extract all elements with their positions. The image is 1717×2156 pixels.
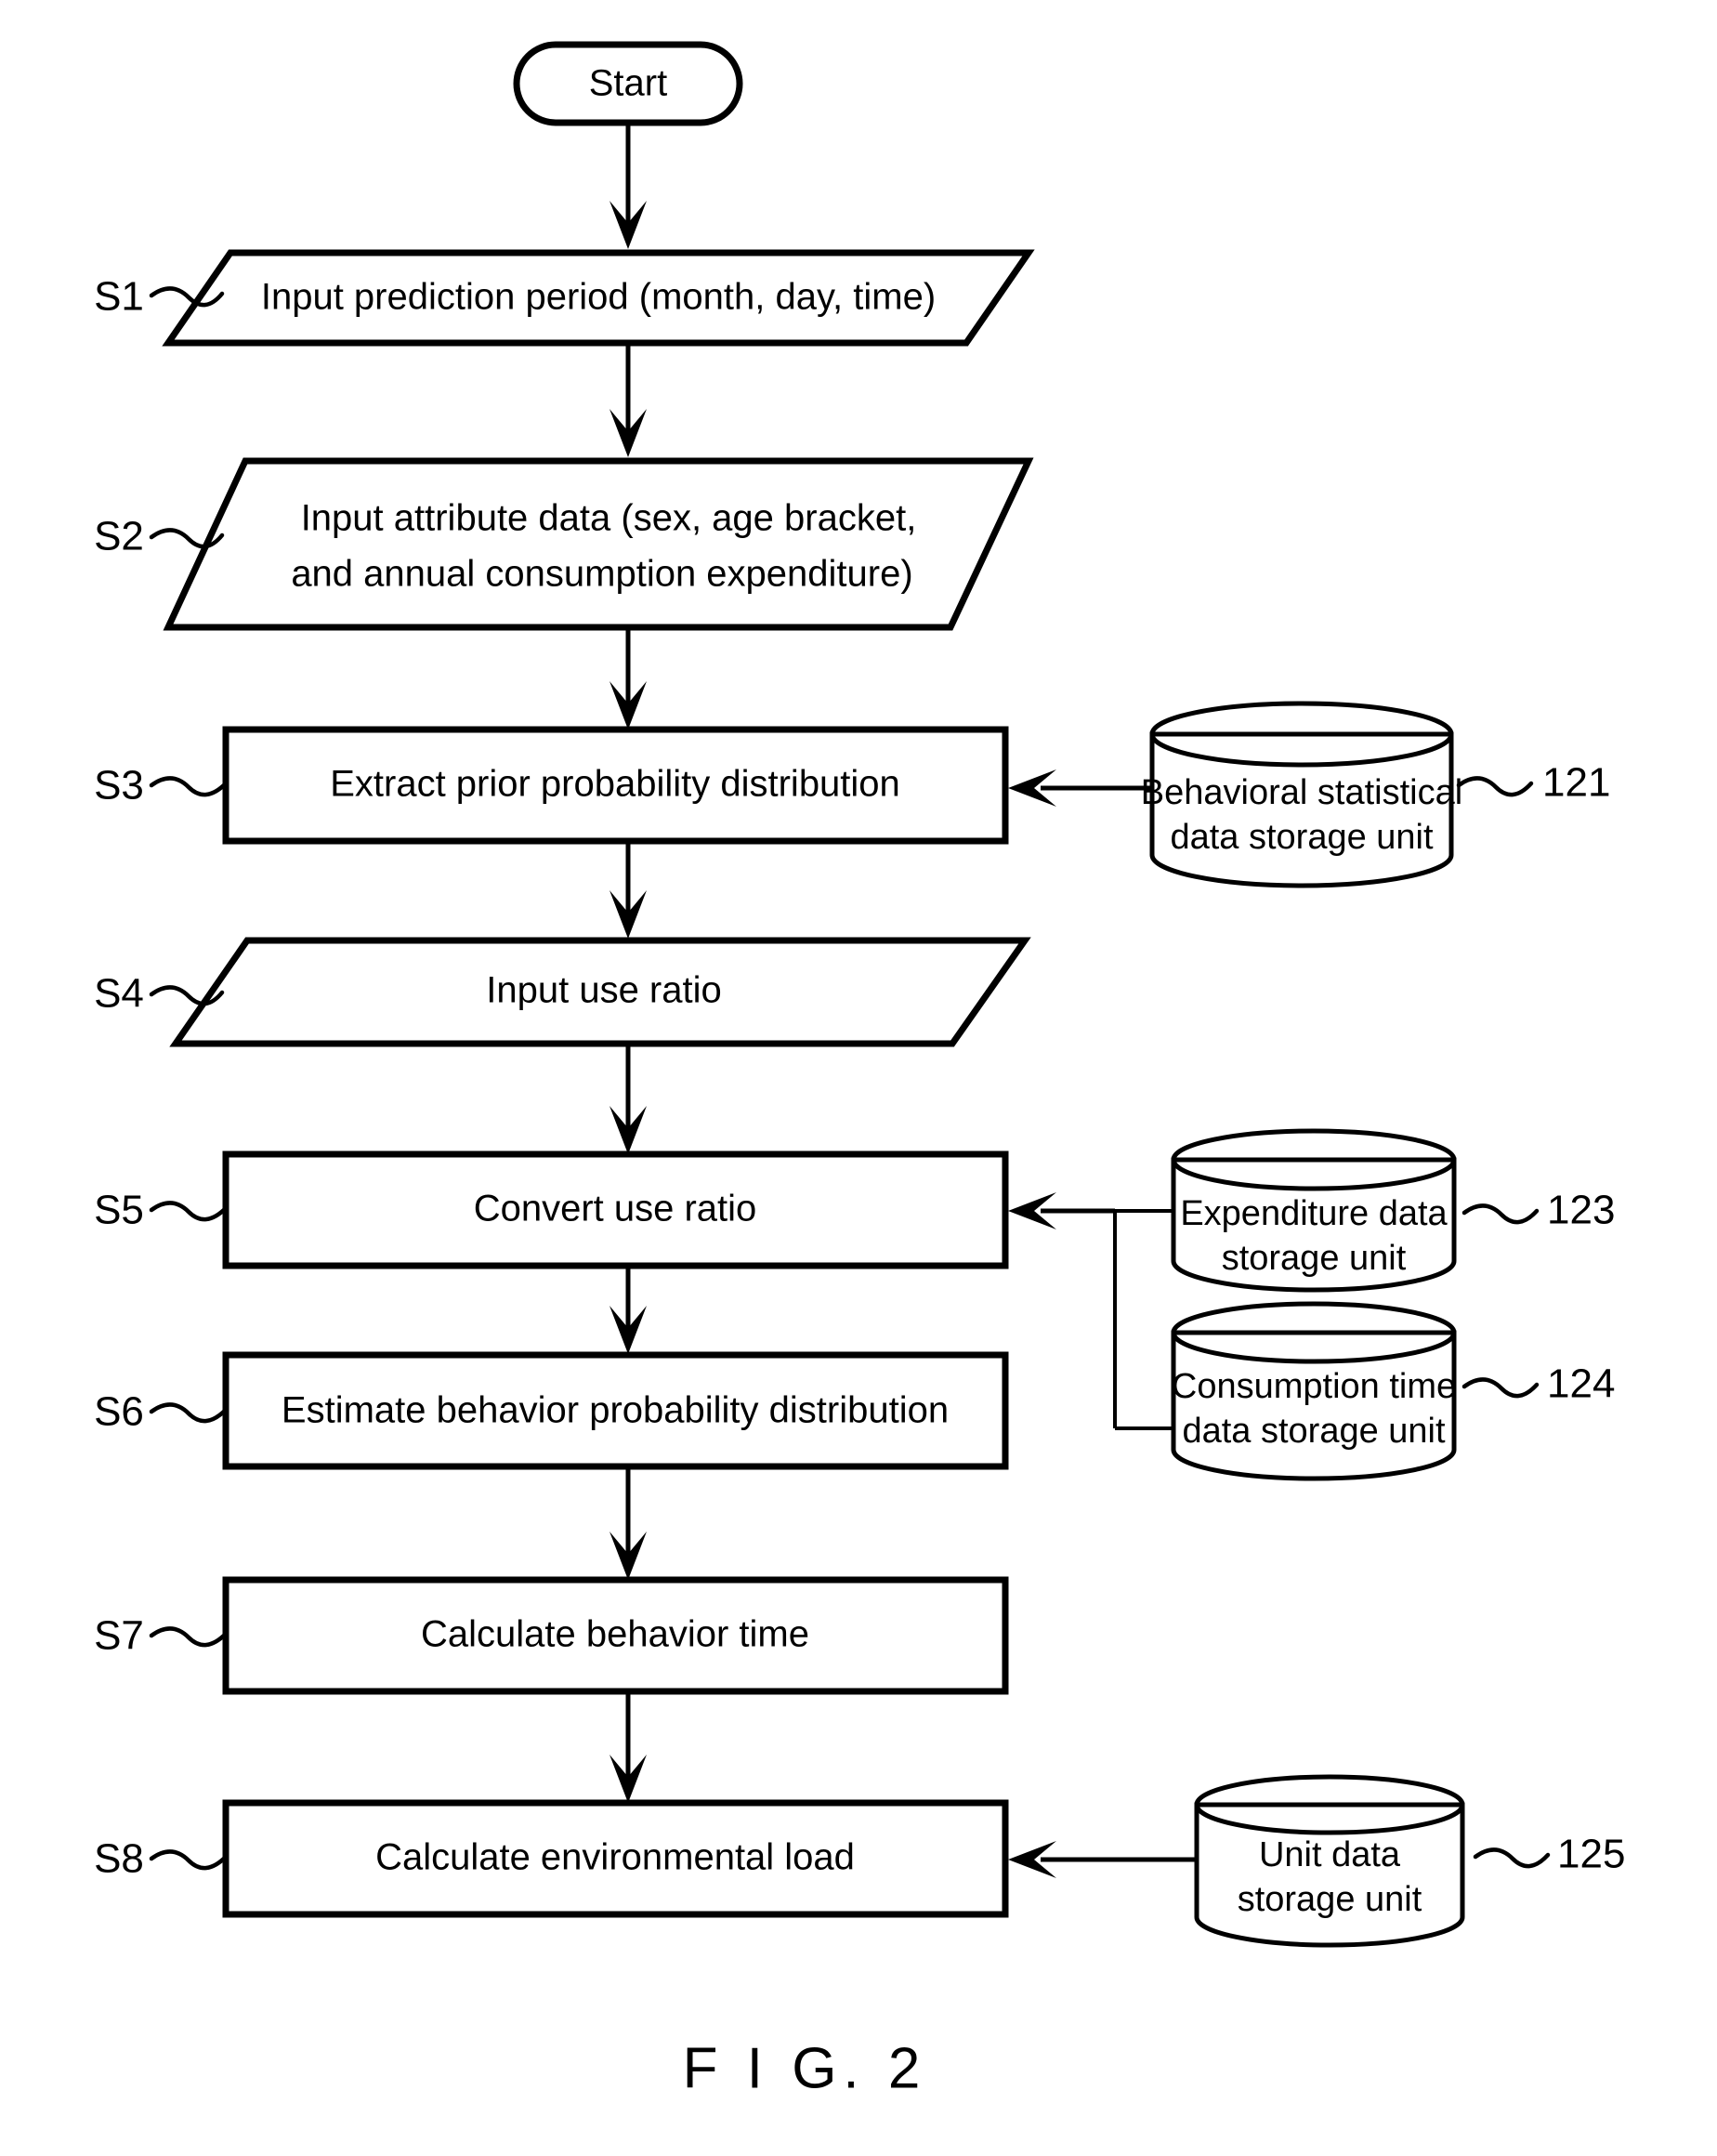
store-121-label-line-1: Behavioral statistical bbox=[1141, 773, 1462, 812]
store-124-label-line-2: data storage unit bbox=[1182, 1412, 1446, 1451]
step-id-s8-group: S8 bbox=[94, 1836, 229, 1882]
connector-121-s3 bbox=[1008, 769, 1152, 807]
store-124: Consumption time data storage unit bbox=[1171, 1301, 1457, 1481]
flowchart-canvas: Start Input prediction period (month, da… bbox=[94, 41, 1625, 2100]
node-start: Start bbox=[513, 41, 743, 126]
connector-125-s8 bbox=[1008, 1841, 1197, 1878]
store-123-label-line-1: Expenditure data bbox=[1180, 1194, 1448, 1233]
node-s5-label: Convert use ratio bbox=[474, 1189, 757, 1229]
connector-s3-s4 bbox=[609, 841, 647, 939]
store-125-label-line-2: storage unit bbox=[1238, 1880, 1422, 1919]
connector-s7-s8 bbox=[609, 1691, 647, 1803]
connector-s6-s7 bbox=[609, 1466, 647, 1580]
node-s2-label-line-1: Input attribute data (sex, age bracket, bbox=[301, 498, 917, 539]
store-121-label-line-2: data storage unit bbox=[1170, 818, 1434, 857]
figure-caption: F I G. 2 bbox=[683, 2036, 927, 2100]
step-id-s7: S7 bbox=[94, 1613, 144, 1659]
connector-start-s1 bbox=[609, 123, 647, 249]
store-121: Behavioral statistical data storage unit bbox=[1141, 701, 1462, 888]
step-id-s3-group: S3 bbox=[94, 763, 229, 808]
step-id-s2: S2 bbox=[94, 514, 144, 559]
step-id-s7-group: S7 bbox=[94, 1613, 229, 1659]
ref-123-group: 123 bbox=[1461, 1188, 1615, 1233]
node-s4-label: Input use ratio bbox=[486, 970, 722, 1011]
node-s7: Calculate behavior time bbox=[222, 1576, 1009, 1695]
store-124-label-line-1: Consumption time bbox=[1172, 1367, 1456, 1406]
connector-123-124-s5 bbox=[1008, 1192, 1173, 1430]
step-id-s4: S4 bbox=[94, 971, 144, 1017]
store-123-label-line-2: storage unit bbox=[1222, 1239, 1407, 1278]
step-id-s6-group: S6 bbox=[94, 1389, 229, 1435]
store-125-label-line-1: Unit data bbox=[1259, 1835, 1401, 1874]
ref-124-group: 124 bbox=[1461, 1361, 1615, 1407]
node-s2: Input attribute data (sex, age bracket, … bbox=[163, 457, 1034, 631]
ref-121: 121 bbox=[1542, 760, 1610, 806]
ref-123: 123 bbox=[1547, 1188, 1615, 1233]
step-id-s8: S8 bbox=[94, 1836, 144, 1882]
step-id-s3: S3 bbox=[94, 763, 144, 808]
node-s5: Convert use ratio bbox=[222, 1150, 1009, 1269]
ref-125: 125 bbox=[1557, 1832, 1625, 1877]
store-123: Expenditure data storage unit bbox=[1171, 1128, 1457, 1293]
step-id-s6: S6 bbox=[94, 1389, 144, 1435]
patent-figure: Start Input prediction period (month, da… bbox=[0, 0, 1717, 2156]
node-s8-label: Calculate environmental load bbox=[375, 1837, 855, 1878]
node-s8: Calculate environmental load bbox=[222, 1799, 1009, 1918]
ref-121-group: 121 bbox=[1456, 760, 1610, 806]
node-s6-label: Estimate behavior probability distributi… bbox=[282, 1390, 949, 1431]
node-start-label: Start bbox=[589, 63, 667, 104]
step-id-s5-group: S5 bbox=[94, 1188, 229, 1233]
node-s7-label: Calculate behavior time bbox=[421, 1614, 809, 1655]
step-id-s1: S1 bbox=[94, 274, 144, 320]
ref-124: 124 bbox=[1547, 1361, 1615, 1407]
ref-125-group: 125 bbox=[1473, 1832, 1625, 1877]
node-s1: Input prediction period (month, day, tim… bbox=[162, 249, 1035, 347]
node-s1-label: Input prediction period (month, day, tim… bbox=[261, 277, 936, 318]
connector-s1-s2 bbox=[609, 343, 647, 457]
step-id-s5: S5 bbox=[94, 1188, 144, 1233]
node-s4: Input use ratio bbox=[169, 937, 1031, 1047]
store-125: Unit data storage unit bbox=[1194, 1774, 1465, 1948]
connector-s4-s5 bbox=[609, 1044, 647, 1154]
connector-s5-s6 bbox=[609, 1266, 647, 1354]
node-s3-label: Extract prior probability distribution bbox=[330, 764, 900, 805]
connector-s2-s3 bbox=[609, 627, 647, 730]
node-s3: Extract prior probability distribution bbox=[222, 726, 1009, 845]
node-s6: Estimate behavior probability distributi… bbox=[222, 1351, 1009, 1470]
node-s2-label-line-2: and annual consumption expenditure) bbox=[291, 554, 912, 595]
